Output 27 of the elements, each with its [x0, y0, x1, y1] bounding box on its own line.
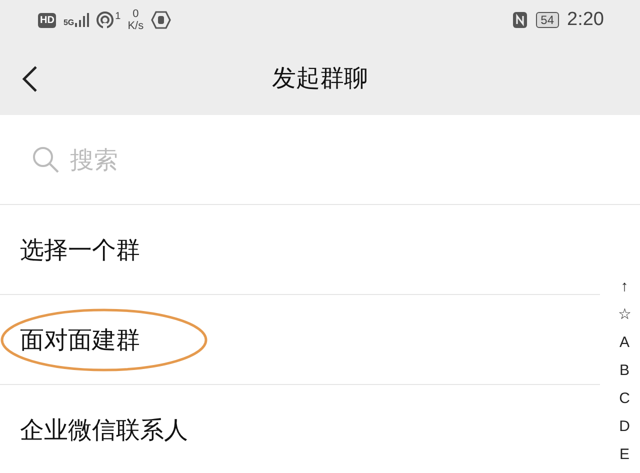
speed-unit: K/s: [128, 20, 144, 32]
row-label: 企业微信联系人: [20, 414, 188, 446]
hotspot-count: 1: [115, 11, 121, 22]
index-letter[interactable]: D: [619, 415, 630, 438]
nfc-icon: [512, 11, 528, 29]
index-letter[interactable]: C: [619, 387, 630, 410]
index-letter[interactable]: B: [619, 359, 630, 382]
list-row[interactable]: 企业微信联系人: [0, 385, 600, 473]
row-label: 选择一个群: [20, 234, 140, 266]
search-field[interactable]: 搜索: [68, 144, 472, 174]
index-letter[interactable]: ☆: [618, 303, 631, 326]
row-label: 面对面建群: [20, 324, 140, 356]
page-title: 发起群聊: [272, 62, 368, 94]
hotspot-icon: [96, 11, 114, 29]
index-letter[interactable]: A: [619, 331, 630, 354]
speed-value: 0: [132, 8, 139, 20]
battery-indicator: 54: [536, 12, 560, 28]
hd-badge: HD: [38, 12, 56, 28]
index-letter[interactable]: E: [619, 443, 630, 466]
list-row[interactable]: 面对面建群: [0, 295, 600, 385]
back-icon[interactable]: [22, 66, 38, 92]
index-letter[interactable]: ↑: [620, 275, 628, 298]
search-icon: [32, 146, 60, 174]
network-label: 5G: [63, 19, 74, 27]
clock: 2:20: [567, 9, 604, 31]
signal-icon: [75, 13, 90, 27]
list-row[interactable]: 选择一个群: [0, 205, 600, 295]
